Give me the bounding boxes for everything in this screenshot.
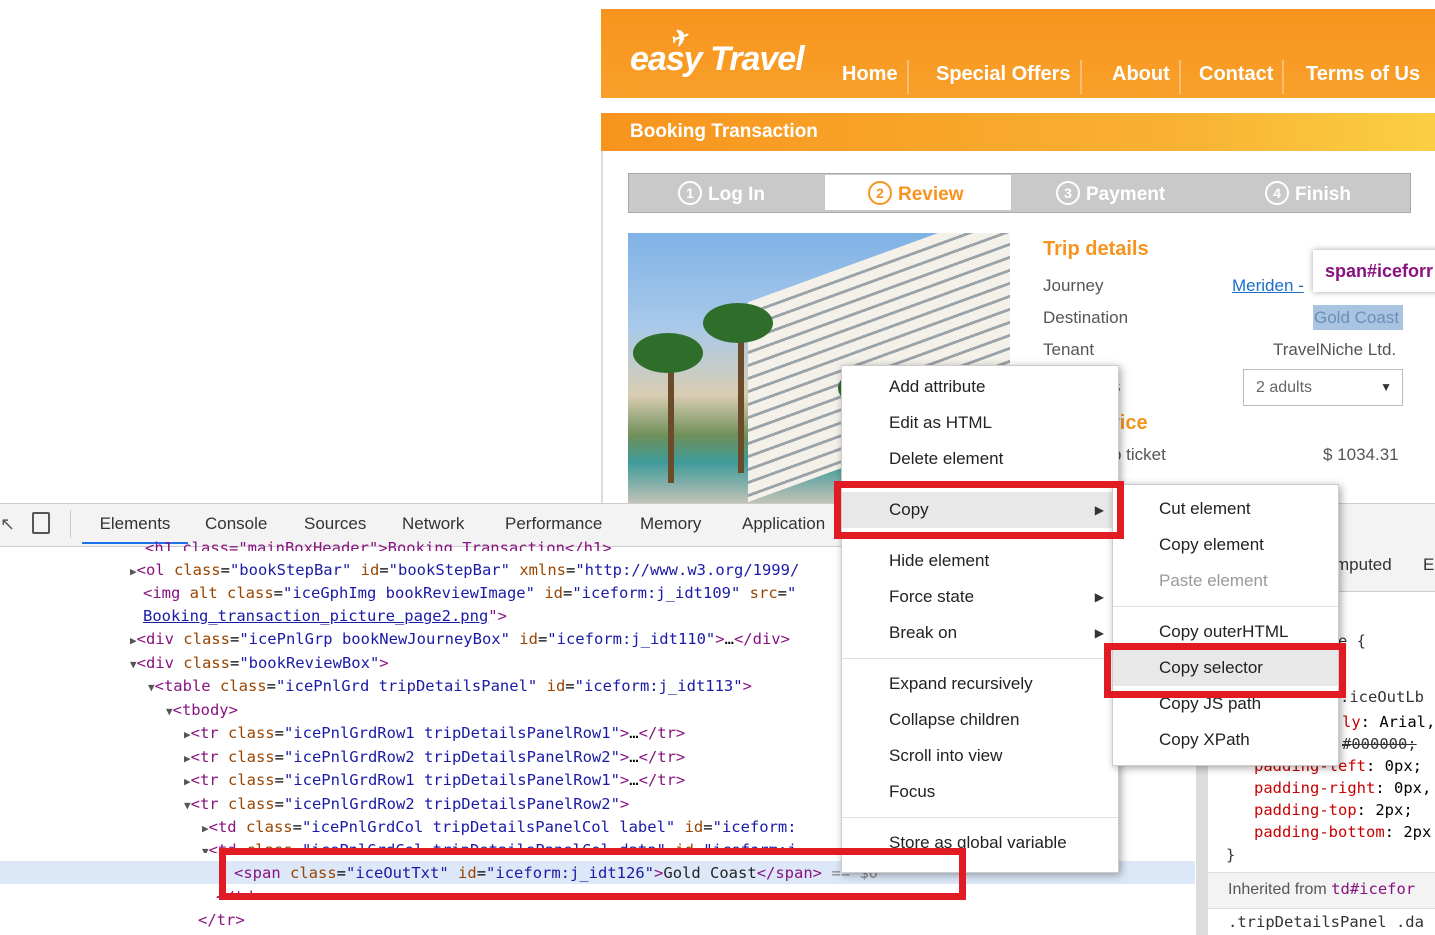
next-style-rule[interactable]: .tripDetailsPanel .da [1228, 913, 1424, 931]
menu-force-state[interactable]: Force state ▶ [842, 579, 1118, 615]
dom-line-img[interactable]: <img alt class="iceGphImg bookReviewImag… [143, 584, 796, 602]
style-selector[interactable]: .iceOutLb [1340, 688, 1424, 706]
ticket-label: p ticket [1112, 445, 1166, 464]
destination-label: Destination [1043, 308, 1129, 327]
dom-line-ol[interactable]: ▶<ol class="bookStepBar" id="bookStepBar… [130, 561, 799, 579]
inspect-icon[interactable]: ↖ [0, 514, 15, 535]
tab-performance[interactable]: Performance [505, 514, 602, 534]
menu-focus[interactable]: Focus [842, 774, 1118, 810]
nav-terms[interactable]: Terms of Us [1297, 60, 1435, 94]
dom-line-div-journey[interactable]: ▶<div class="icePnlGrp bookNewJourneyBox… [130, 630, 790, 648]
nav-home[interactable]: Home [833, 60, 909, 94]
dom-line-div-review[interactable]: ▼<div class="bookReviewBox"> [130, 654, 389, 672]
style-rule-close: } [1226, 846, 1236, 864]
nav-about[interactable]: About [1103, 60, 1181, 94]
device-toggle-icon[interactable] [32, 512, 50, 534]
copy-submenu: Cut element Copy element Paste element C… [1112, 484, 1339, 766]
easytravel-logo[interactable]: ✈ easy Travel [630, 24, 805, 79]
dropdown-arrow-icon: ▼ [1380, 380, 1392, 394]
submenu-arrow-icon: ▶ [1094, 626, 1104, 640]
menu-expand-recursively[interactable]: Expand recursively [842, 666, 1118, 702]
nav-contact[interactable]: Contact [1190, 60, 1285, 94]
dom-line-h1[interactable]: <h1 class="mainBoxHeader">Booking Transa… [145, 539, 612, 551]
submenu-arrow-icon: ▶ [1094, 590, 1104, 604]
nav-special-offers[interactable]: Special Offers [927, 60, 1082, 94]
submenu-cut-element[interactable]: Cut element [1113, 491, 1338, 527]
submenu-copy-element[interactable]: Copy element [1113, 527, 1338, 563]
tab-memory[interactable]: Memory [640, 514, 701, 534]
dom-line-td-label[interactable]: ▶<td class="icePnlGrdCol tripDetailsPane… [202, 818, 797, 836]
trip-details-heading: Trip details [1043, 238, 1149, 260]
tab-computed[interactable]: mputed [1335, 555, 1392, 575]
style-prop-color[interactable]: #000000; [1342, 735, 1417, 753]
annotation-box-selected-span [219, 848, 966, 900]
dom-line-tr-close[interactable]: </tr> [198, 911, 245, 929]
ticket-value: $ 1034.31 [1323, 445, 1399, 464]
menu-edit-as-html[interactable]: Edit as HTML [842, 405, 1118, 441]
menu-hide-element[interactable]: Hide element [842, 543, 1118, 579]
tenant-value: TravelNiche Ltd. [1273, 340, 1397, 359]
submenu-copy-xpath[interactable]: Copy XPath [1113, 722, 1338, 758]
journey-link[interactable]: Meriden - [1232, 276, 1304, 296]
tab-network[interactable]: Network [402, 514, 464, 534]
tab-console[interactable]: Console [205, 514, 267, 534]
dom-line-tr3[interactable]: ▶<tr class="icePnlGrdRow1 tripDetailsPan… [184, 771, 685, 789]
element-tooltip: span#iceforr [1313, 250, 1435, 292]
step-login: 1 Log In [678, 176, 765, 210]
menu-add-attribute[interactable]: Add attribute [842, 369, 1118, 405]
dom-line-table[interactable]: ▼<table class="icePnlGrd tripDetailsPane… [148, 677, 752, 695]
style-prop-padding-right[interactable]: padding-right: 0px, [1254, 779, 1431, 797]
annotation-box-copy-selector [1104, 643, 1346, 698]
inherited-label: Inherited from td#icefor [1228, 880, 1416, 898]
dom-line-img-src[interactable]: Booking_transaction_picture_page2.png"> [143, 607, 507, 625]
dom-line-tr4[interactable]: ▼<tr class="icePnlGrdRow2 tripDetailsPan… [184, 795, 629, 813]
step-review: 2 Review [868, 176, 963, 210]
step-payment: 3 Payment [1056, 176, 1165, 210]
menu-collapse-children[interactable]: Collapse children [842, 702, 1118, 738]
style-prop-font-family[interactable]: ly: Arial, [1342, 713, 1435, 731]
tenant-label: Tenant [1043, 340, 1095, 359]
dom-line-tr2[interactable]: ▶<tr class="icePnlGrdRow2 tripDetailsPan… [184, 748, 685, 766]
style-prop-padding-bottom[interactable]: padding-bottom: 2px [1254, 823, 1431, 841]
destination-value: Gold Coast [1314, 308, 1400, 327]
booking-title: Booking Transaction [630, 121, 818, 142]
context-menu: Add attribute Edit as HTML Delete elemen… [841, 365, 1119, 873]
menu-break-on[interactable]: Break on ▶ [842, 615, 1118, 651]
tab-application[interactable]: Application [742, 514, 825, 534]
travellers-select[interactable]: 2 adults ▼ [1243, 369, 1403, 406]
menu-delete-element[interactable]: Delete element [842, 441, 1118, 477]
step-finish: 4 Finish [1265, 176, 1351, 210]
style-prop-padding-top[interactable]: padding-top: 2px; [1254, 801, 1413, 819]
tab-event-listeners[interactable]: E [1423, 555, 1434, 575]
dom-line-tbody[interactable]: ▼<tbody> [166, 701, 238, 719]
dom-line-tr1[interactable]: ▶<tr class="icePnlGrdRow1 tripDetailsPan… [184, 724, 685, 742]
tab-sources[interactable]: Sources [304, 514, 366, 534]
toolbar-divider [70, 510, 71, 538]
submenu-paste-element: Paste element [1159, 571, 1268, 590]
menu-scroll-into-view[interactable]: Scroll into view [842, 738, 1118, 774]
journey-label: Journey [1043, 276, 1104, 295]
annotation-box-copy [834, 481, 1124, 539]
